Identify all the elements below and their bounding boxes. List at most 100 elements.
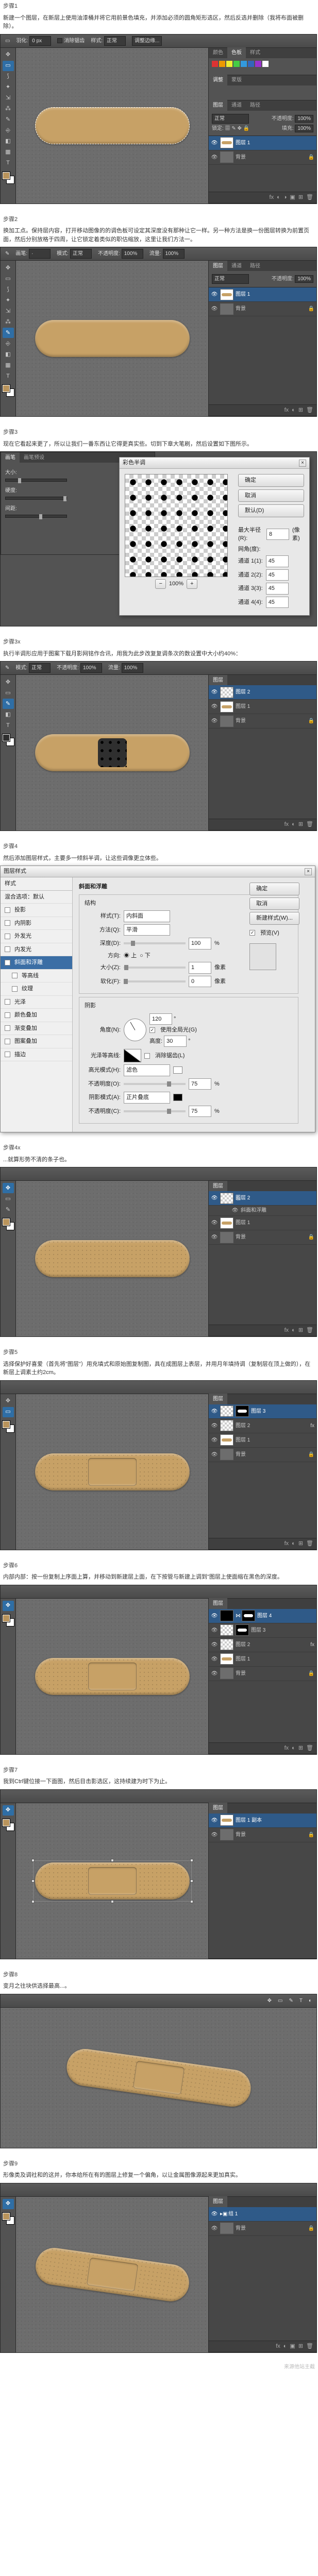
move-tool-icon[interactable]: ✥ [3, 263, 14, 273]
shadow-select[interactable]: 正片叠底 [124, 1092, 170, 1104]
layer-row[interactable]: 👁 图层 1 [209, 136, 316, 150]
ls-pattern-overlay[interactable]: 图案叠加 [1, 1035, 72, 1048]
brush-icon[interactable]: ✎ [4, 664, 11, 672]
color-tab[interactable]: 颜色 [209, 47, 227, 58]
new-layer-icon[interactable]: ⊞ [298, 406, 303, 415]
ch3-field[interactable]: 45 [266, 583, 289, 595]
ls-texture[interactable]: 纹理 [1, 982, 72, 996]
lasso-tool-icon[interactable]: ⟆ [3, 284, 14, 295]
max-radius-field[interactable]: 8 [266, 529, 289, 540]
contour-swatch[interactable] [124, 1049, 141, 1062]
color-swatches[interactable] [3, 385, 14, 396]
blend-mode-select[interactable]: 正常 [212, 274, 249, 284]
layer-row[interactable]: 👁 图层 1 [209, 287, 316, 302]
ch1-field[interactable]: 45 [266, 555, 289, 567]
soften-field[interactable]: 0 [189, 976, 211, 988]
ls-color-overlay[interactable]: 颜色叠加 [1, 1009, 72, 1022]
folder-icon[interactable]: ▸▣ [220, 2210, 226, 2218]
ls-grad-overlay[interactable]: 渐变叠加 [1, 1022, 72, 1036]
swatch[interactable] [233, 61, 240, 67]
visibility-icon[interactable]: 👁 [211, 154, 218, 161]
mask-thumb[interactable] [236, 1405, 249, 1417]
transform-bounding-box[interactable] [33, 1860, 192, 1902]
swatch[interactable] [262, 61, 269, 67]
mini-icon[interactable]: ✎ [287, 1997, 294, 2005]
highlight-select[interactable]: 滤色 [124, 1064, 170, 1076]
default-button[interactable]: 默认(D) [238, 504, 304, 517]
gradient-tool-icon[interactable]: ▦ [3, 147, 14, 158]
close-icon[interactable]: × [299, 460, 306, 467]
lasso-tool-icon[interactable]: ⟆ [3, 72, 14, 82]
visibility-icon[interactable]: 👁 [211, 291, 218, 298]
global-light-checkbox[interactable]: 使用全局光(G) [160, 1026, 197, 1035]
opacity-value[interactable]: 100% [122, 249, 143, 259]
channels-tab[interactable]: 通道 [227, 261, 246, 272]
crop-tool-icon[interactable]: ⇲ [3, 306, 14, 316]
opacity-value[interactable]: 100% [295, 115, 313, 123]
angle-field[interactable]: 120 [149, 1013, 172, 1025]
angle-dial[interactable] [124, 1019, 146, 1041]
brush-tool-icon[interactable]: ✎ [3, 115, 14, 125]
adjustment-icon[interactable]: ◑ [283, 193, 287, 202]
layer-row[interactable]: 👁 背景 🔒 [209, 150, 316, 165]
marquee-tool-icon[interactable]: ▭ [3, 61, 14, 71]
swatch[interactable] [219, 61, 225, 67]
crop-tool-icon[interactable]: ⇲ [3, 93, 14, 104]
folder-icon[interactable]: ▣ [290, 193, 295, 202]
mini-icon[interactable]: T [298, 1997, 304, 2005]
stamp-tool-icon[interactable]: ⎆ [3, 338, 14, 349]
swatch[interactable] [212, 61, 218, 67]
eyedropper-tool-icon[interactable]: ⁂ [3, 104, 14, 114]
refine-edge-button[interactable]: 调整边缘... [132, 36, 162, 46]
new-layer-icon[interactable]: ⊞ [298, 193, 303, 202]
spacing-slider[interactable] [5, 515, 67, 518]
mode-select[interactable]: 正常 [70, 249, 92, 259]
layer-thumb[interactable] [220, 137, 233, 148]
swatch[interactable] [241, 61, 247, 67]
layer-thumb[interactable] [220, 289, 233, 300]
ls-inner-glow[interactable]: 内发光 [1, 943, 72, 957]
ch4-field[interactable]: 45 [266, 597, 289, 608]
layer-name[interactable]: 图层 1 [236, 139, 314, 147]
link-icon[interactable]: ⋈ [236, 1612, 240, 1620]
cancel-button[interactable]: 取消 [238, 489, 304, 502]
layers-tab[interactable]: 图层 [209, 100, 227, 111]
ls-bevel[interactable]: ✓斜面和浮雕 [1, 956, 72, 970]
canvas[interactable] [16, 48, 208, 204]
style-select[interactable]: 正常 [104, 36, 126, 46]
marquee-tool-icon[interactable]: ▭ [3, 274, 14, 284]
soften-slider[interactable] [124, 980, 186, 982]
cancel-button[interactable]: 取消 [249, 897, 299, 910]
eyedropper-tool-icon[interactable]: ⁂ [3, 317, 14, 327]
ls-stroke[interactable]: 描边 [1, 1048, 72, 1062]
size-slider[interactable] [124, 967, 186, 969]
mini-icon[interactable]: ▭ [276, 1997, 284, 2005]
visibility-icon[interactable]: 👁 [211, 139, 218, 146]
gradient-tool-icon[interactable]: ▦ [3, 360, 14, 370]
wand-tool-icon[interactable]: ✦ [3, 82, 14, 93]
mask-icon[interactable]: ◐ [292, 406, 295, 415]
canvas[interactable] [16, 675, 208, 831]
adjust-tab[interactable]: 调整 [209, 75, 227, 86]
styles-tab[interactable]: 样式 [246, 47, 264, 58]
depth-field[interactable]: 100 [189, 938, 211, 950]
paths-tab[interactable]: 路径 [246, 261, 264, 272]
flow-value[interactable]: 100% [163, 249, 185, 259]
dir-up-radio[interactable]: ◉ 上 [124, 952, 137, 960]
dir-down-radio[interactable]: ○ 下 [140, 952, 150, 960]
fill-value[interactable]: 100% [295, 125, 313, 132]
ls-inner-shadow[interactable]: 内阴影 [1, 917, 72, 930]
antialias-checkbox[interactable]: 消除锯齿(L) [155, 1052, 185, 1060]
zoom-out-button[interactable]: − [155, 579, 165, 589]
layer-thumb[interactable] [220, 151, 233, 163]
brush-tool-icon[interactable]: ✎ [3, 328, 14, 338]
eraser-tool-icon[interactable]: ◧ [3, 137, 14, 147]
eraser-tool-icon[interactable]: ◧ [3, 349, 14, 360]
color-swatches[interactable] [3, 172, 14, 183]
fx-icon[interactable]: fx [270, 193, 274, 202]
ls-blend-options[interactable]: 混合选项：默认 [1, 891, 72, 904]
layers-tab[interactable]: 图层 [209, 261, 227, 272]
brush-icon[interactable]: ✎ [4, 250, 11, 258]
marquee-icon[interactable]: ▭ [4, 37, 11, 45]
depth-slider[interactable] [124, 942, 186, 944]
